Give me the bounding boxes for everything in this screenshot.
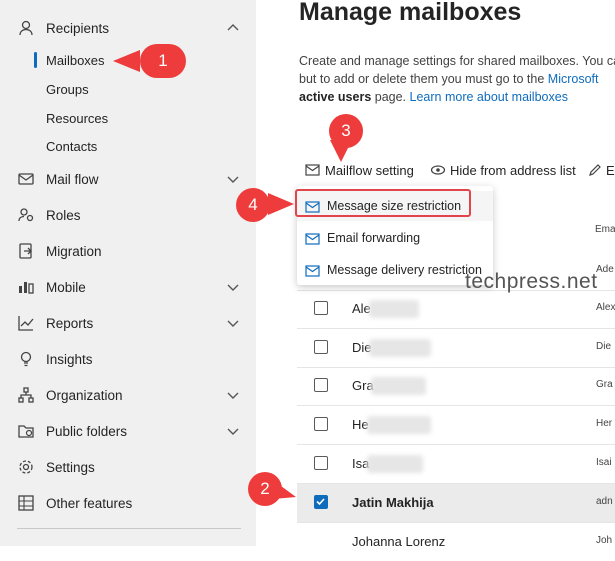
callout-pointers	[113, 50, 352, 500]
callout-1-pointer	[113, 50, 140, 72]
callout-4-pointer	[268, 193, 294, 215]
callout-2: 2	[248, 472, 282, 506]
callout-3: 3	[329, 114, 363, 148]
callout-4: 4	[236, 188, 270, 222]
callout-1: 1	[140, 44, 186, 78]
